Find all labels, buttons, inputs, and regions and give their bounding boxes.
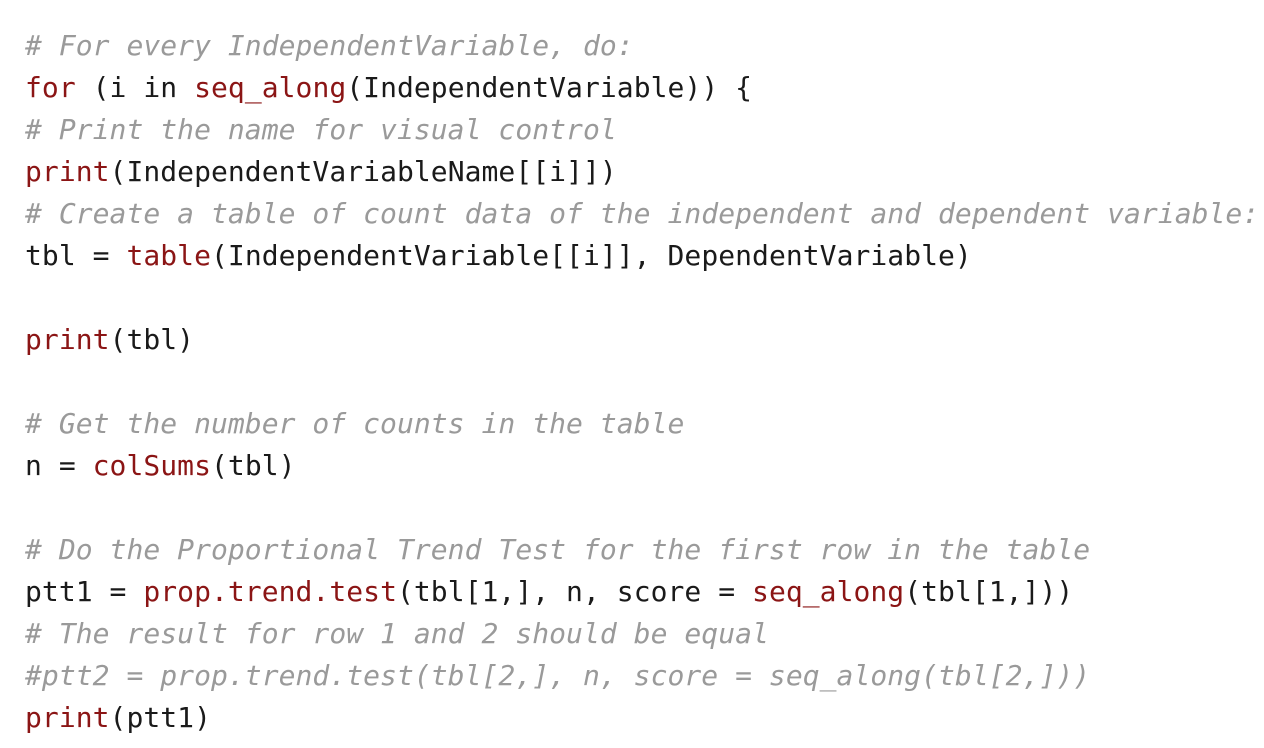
code-text-token: (ptt1) <box>109 701 211 734</box>
code-text-token: (IndependentVariable[[i]], DependentVari… <box>211 239 972 272</box>
code-text-token: (tbl[1,])) <box>904 575 1074 608</box>
code-function-token: print <box>25 701 110 734</box>
code-line: # Get the number of counts in the table <box>25 403 1260 445</box>
code-function-token: print <box>25 155 110 188</box>
code-comment: # Create a table of count data of the in… <box>25 197 1260 230</box>
code-line: n = colSums(tbl) <box>25 445 1260 487</box>
code-line: # The result for row 1 and 2 should be e… <box>25 613 1260 655</box>
code-line: for (i in seq_along(IndependentVariable)… <box>25 67 1260 109</box>
code-line: # Print the name for visual control <box>25 109 1260 151</box>
code-line: print(IndependentVariableName[[i]]) <box>25 151 1260 193</box>
code-text-token: (tbl) <box>211 449 296 482</box>
code-function-token: seq_along <box>194 71 347 104</box>
code-line: ptt1 = prop.trend.test(tbl[1,], n, score… <box>25 571 1260 613</box>
code-line: # Do the Proportional Trend Test for the… <box>25 529 1260 571</box>
code-function-token: prop.trend.test <box>143 575 397 608</box>
code-line: tbl = table(IndependentVariable[[i]], De… <box>25 235 1260 277</box>
code-line: print(ptt1) <box>25 697 1260 739</box>
code-function-token: colSums <box>92 449 211 482</box>
code-text-token: ptt1 = <box>25 575 144 608</box>
code-text-token: n = <box>25 449 93 482</box>
code-function-token: print <box>25 323 110 356</box>
code-block: # For every IndependentVariable, do: for … <box>25 25 1260 739</box>
code-function-token: table <box>126 239 211 272</box>
code-comment: # For every IndependentVariable, do: <box>25 29 634 62</box>
code-comment: #ptt2 = prop.trend.test(tbl[2,], n, scor… <box>25 659 1091 692</box>
code-line: # For every IndependentVariable, do: <box>25 25 1260 67</box>
code-function-token: for <box>25 71 76 104</box>
code-line: #ptt2 = prop.trend.test(tbl[2,], n, scor… <box>25 655 1260 697</box>
code-text-token: (IndependentVariable)) { <box>346 71 753 104</box>
code-text-token: (i in <box>75 71 195 104</box>
code-line: # Create a table of count data of the in… <box>25 193 1260 235</box>
code-comment: # Get the number of counts in the table <box>25 407 685 440</box>
code-comment: # The result for row 1 and 2 should be e… <box>25 617 769 650</box>
code-line: print(tbl) <box>25 319 1260 361</box>
code-comment: # Print the name for visual control <box>25 113 617 146</box>
code-text-token: (tbl) <box>109 323 195 356</box>
code-comment: # Do the Proportional Trend Test for the… <box>25 533 1091 566</box>
code-text-token: (tbl[1,], n, score = <box>396 575 753 608</box>
code-function-token: seq_along <box>752 575 905 608</box>
code-text-token: (IndependentVariableName[[i]]) <box>109 155 617 188</box>
code-text-token: tbl = <box>25 239 127 272</box>
